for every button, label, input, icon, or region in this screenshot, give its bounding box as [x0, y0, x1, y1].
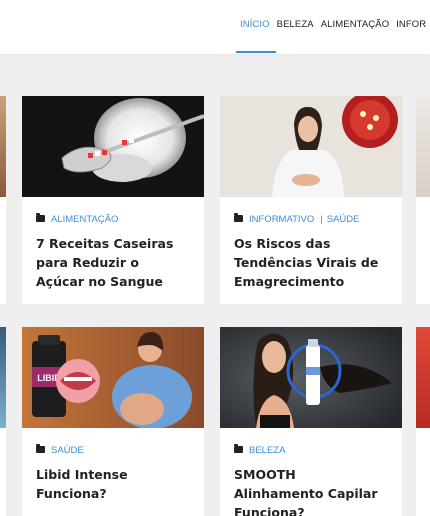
post-card[interactable]: LIBID SAÚDE Libid Intense Funciona? [22, 327, 204, 516]
partial-card-image [0, 96, 6, 197]
post-category: ALIMENTAÇÃO [36, 213, 118, 225]
category-link[interactable]: BELEZA [249, 445, 285, 456]
folder-icon [36, 444, 45, 453]
nav-active-underline [236, 51, 276, 53]
category-link[interactable]: SAÚDE [327, 214, 360, 225]
post-categories: INFORMATIVO | SAÚDE [234, 213, 360, 225]
partial-card-right-2[interactable] [416, 327, 430, 516]
folder-icon [234, 213, 243, 222]
post-category: SAÚDE [36, 444, 84, 456]
folder-icon [36, 213, 45, 222]
post-title[interactable]: Os Riscos das Tendências Virais de Emagr… [234, 234, 384, 291]
category-link[interactable]: ALIMENTAÇÃO [51, 214, 118, 225]
post-thumbnail-sugar-spoon[interactable] [22, 96, 204, 197]
nav-item-alimentacao[interactable]: ALIMENTAÇÃO [321, 19, 390, 30]
post-thumbnail-woman-stomach[interactable] [220, 96, 402, 197]
post-title[interactable]: SMOOTH Alinhamento Capilar Funciona? [234, 465, 384, 516]
category-link[interactable]: SAÚDE [51, 445, 84, 456]
partial-card-image [0, 327, 6, 428]
top-header: INÍCIO BELEZA ALIMENTAÇÃO INFOR [0, 0, 430, 54]
nav-item-beleza[interactable]: BELEZA [277, 19, 314, 30]
post-card[interactable]: ALIMENTAÇÃO 7 Receitas Caseiras para Red… [22, 96, 204, 304]
post-thumbnail-product-couple[interactable]: LIBID [22, 327, 204, 428]
post-title[interactable]: Libid Intense Funciona? [36, 465, 186, 503]
post-title[interactable]: 7 Receitas Caseiras para Reduzir o Açúca… [36, 234, 186, 291]
partial-card-left-2[interactable] [0, 327, 6, 516]
post-card[interactable]: INFORMATIVO | SAÚDE Os Riscos das Tendênci… [220, 96, 402, 304]
partial-card-image [416, 327, 430, 428]
post-thumbnail-woman-hair-product[interactable] [220, 327, 402, 428]
main-nav: INÍCIO BELEZA ALIMENTAÇÃO INFOR [240, 12, 430, 31]
partial-card-right-1[interactable] [416, 96, 430, 304]
category-separator: | [320, 214, 323, 225]
post-category: BELEZA [234, 444, 285, 456]
post-card[interactable]: BELEZA SMOOTH Alinhamento Capilar Funcio… [220, 327, 402, 516]
partial-card-image [416, 96, 430, 197]
folder-icon [234, 444, 243, 453]
nav-item-informativo[interactable]: INFOR [396, 19, 426, 30]
category-link[interactable]: INFORMATIVO [249, 214, 314, 225]
partial-card-left-1[interactable] [0, 96, 6, 304]
nav-item-inicio[interactable]: INÍCIO [240, 19, 270, 30]
